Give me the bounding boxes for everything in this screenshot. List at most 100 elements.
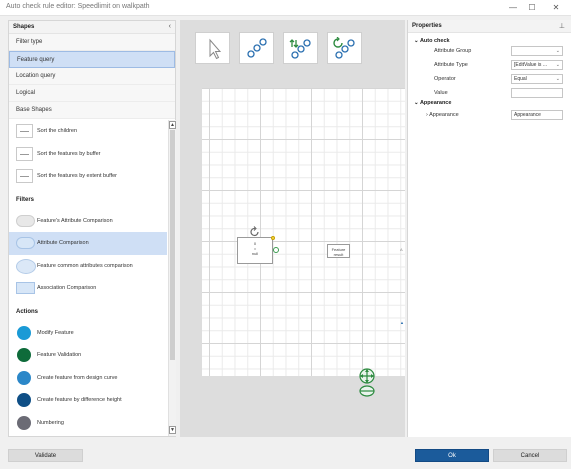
tab-logical[interactable]: Logical	[9, 85, 175, 102]
shape-item-label: Sort the children	[37, 128, 78, 134]
filter-item-label: Association Comparison	[37, 285, 97, 291]
shape-item-sort-by-extent-buffer[interactable]: Sort the features by extent buffer	[9, 165, 167, 188]
properties-panel-title: Properties	[412, 23, 442, 29]
feature-result-node[interactable]: Feature result	[327, 244, 350, 258]
chevron-left-icon[interactable]: ‹	[169, 23, 171, 30]
sort-connector-icon	[289, 39, 311, 59]
shape-item-label: Sort the features by buffer	[37, 150, 101, 157]
action-item-label: Numbering	[37, 419, 64, 426]
minimize-button[interactable]: —	[505, 1, 521, 14]
shapes-panel-title: Shapes	[13, 24, 35, 30]
appearance-value[interactable]: Appearance	[511, 110, 563, 120]
tab-location-query[interactable]: Location query	[9, 68, 175, 85]
action-circle-icon	[17, 370, 31, 385]
tab-base-shapes[interactable]: Base Shapes	[9, 102, 175, 119]
tab-filter-type[interactable]: Filter type	[9, 34, 175, 51]
scroll-down-icon[interactable]: ▼	[169, 426, 176, 434]
window-title: Auto check rule editor: Speedlimit on wa…	[6, 3, 150, 10]
action-item-create-from-design-curve[interactable]: Create feature from design curve	[9, 367, 167, 390]
filter-item-common-attributes-comparison[interactable]: Feature common attributes comparison	[9, 255, 167, 278]
value-input[interactable]	[511, 88, 563, 98]
attribute-type-select[interactable]: [EditValue is ... ⌄	[511, 60, 563, 70]
scroll-up-icon[interactable]: ▲	[169, 121, 176, 129]
action-item-modify-feature[interactable]: Modify Feature	[9, 322, 167, 345]
attribute-group-label: Attribute Group	[434, 48, 472, 54]
action-item-create-by-difference-height[interactable]: Create feature by difference height	[9, 389, 167, 412]
chevron-down-icon: ⌄	[555, 62, 560, 68]
shape-item-sort-children[interactable]: Sort the children	[9, 120, 167, 143]
filter-item-label: Feature common attributes comparison	[37, 262, 133, 269]
pin-icon[interactable]: ⊥	[559, 22, 565, 30]
attribute-comparison-node[interactable]: 0 = null	[237, 237, 273, 264]
appearance-row-toggle[interactable]: › Appearance	[426, 112, 459, 118]
action-item-label: Create feature by difference height	[37, 397, 122, 403]
value-label: Value	[434, 90, 448, 96]
close-button[interactable]: ✕	[548, 1, 564, 14]
action-item-feature-validation[interactable]: Feature Validation	[9, 344, 167, 367]
action-item-label: Modify Feature	[37, 329, 74, 336]
attribute-group-select[interactable]: ⌄	[511, 46, 563, 56]
action-item-numbering[interactable]: Numbering	[9, 412, 167, 435]
chevron-down-icon: ⌄	[555, 76, 560, 82]
action-item-label: Feature Validation	[37, 352, 82, 358]
appearance-toggle[interactable]: ⌄ Appearance	[414, 100, 451, 106]
scroll-thumb[interactable]	[170, 130, 175, 360]
filter-item-association-comparison[interactable]: Association Comparison	[9, 277, 167, 300]
sort-shape-icon	[16, 124, 33, 138]
title-bar: Auto check rule editor: Speedlimit on wa…	[0, 0, 571, 16]
resize-handle[interactable]	[271, 236, 275, 240]
properties-panel-header: Properties ⊥	[408, 20, 571, 33]
design-canvas[interactable]	[202, 88, 405, 376]
action-item-label: Create feature from design curve	[37, 374, 118, 381]
shapes-panel-header: Shapes ‹	[9, 21, 175, 34]
shape-item-sort-by-buffer[interactable]: Sort the features by buffer	[9, 143, 167, 166]
auto-check-heading: Auto check	[419, 38, 450, 44]
sort-tool-button[interactable]	[283, 32, 318, 64]
connector-icon	[247, 38, 267, 58]
connection-port[interactable]	[273, 247, 279, 253]
filters-heading: Filters	[16, 196, 35, 203]
chevron-down-icon: ⌄	[555, 48, 560, 54]
shape-item-label: Sort the features by extent buffer	[37, 173, 118, 179]
right-edge-marker-icon: A	[400, 247, 403, 252]
appearance-label: Appearance	[429, 112, 459, 118]
sort-shape-icon	[16, 146, 33, 161]
attribute-type-label: Attribute Type	[434, 62, 468, 68]
operator-label: Operator	[434, 76, 456, 82]
shapes-scrollbar[interactable]: ▲ ▼	[168, 120, 176, 436]
ok-button[interactable]: Ok	[415, 449, 489, 462]
operator-select[interactable]: Equal ⌄	[511, 74, 563, 84]
properties-panel: Properties ⊥ ⌄ Auto check Attribute Grou…	[407, 20, 571, 437]
filter-item-label: Attribute Comparison	[37, 240, 89, 246]
filter-shape-icon	[16, 237, 35, 249]
filter-item-label: Feature's Attribute Comparison	[37, 217, 113, 224]
action-circle-icon	[17, 348, 31, 362]
navigation-compass-icon[interactable]	[357, 367, 377, 399]
maximize-button[interactable]: ☐	[524, 1, 540, 14]
refresh-tool-button[interactable]	[327, 32, 362, 64]
action-circle-icon	[17, 393, 31, 407]
node-line-2: result	[333, 252, 344, 257]
pointer-tool-button[interactable]	[195, 32, 230, 64]
filter-item-feature-attribute-comparison[interactable]: Feature's Attribute Comparison	[9, 210, 167, 233]
sort-shape-icon	[16, 169, 33, 183]
filter-shape-icon	[16, 214, 35, 227]
validate-button[interactable]: Validate	[8, 449, 83, 462]
tab-feature-query[interactable]: Feature query	[9, 51, 175, 68]
cancel-button[interactable]: Cancel	[493, 449, 567, 462]
shapes-list: Sort the children Sort the features by b…	[9, 120, 167, 436]
node-line-3: null	[251, 251, 259, 256]
filter-shape-icon	[16, 258, 36, 274]
refresh-connector-icon	[333, 37, 355, 59]
edge-arrow-icon: ▲	[400, 320, 404, 325]
appearance-heading: Appearance	[419, 100, 452, 106]
pointer-icon	[209, 38, 222, 60]
action-circle-icon	[17, 325, 31, 340]
action-circle-icon	[17, 415, 31, 430]
auto-check-toggle[interactable]: ⌄ Auto check	[414, 38, 450, 44]
filter-shape-icon	[16, 282, 35, 294]
actions-heading: Actions	[16, 308, 39, 315]
filter-item-attribute-comparison[interactable]: Attribute Comparison	[9, 232, 167, 255]
shapes-panel: Shapes ‹ Filter type Feature query Locat…	[8, 20, 176, 437]
connect-tool-button[interactable]	[239, 32, 274, 64]
